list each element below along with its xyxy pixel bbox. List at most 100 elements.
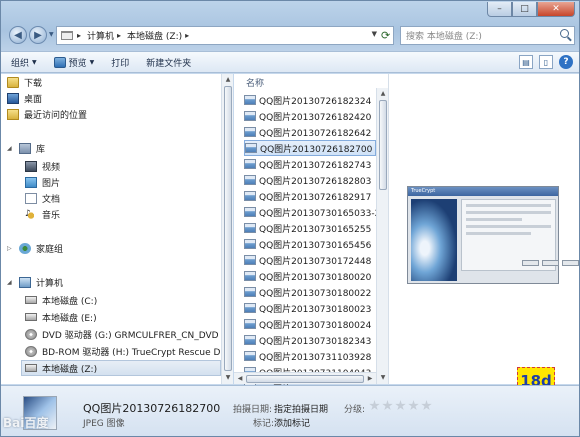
file-list-item[interactable]: QQ图片20130730180022 (244, 284, 376, 300)
close-button[interactable]: ✕ (537, 2, 575, 17)
expand-computer-icon[interactable]: ◢ (7, 279, 12, 286)
file-name-label: QQ图片20130731103928 (259, 352, 372, 363)
new-folder-button[interactable]: 新建文件夹 (146, 56, 191, 69)
scroll-up-icon[interactable]: ▲ (224, 76, 232, 84)
file-list-item[interactable]: QQ图片20130726182642 (244, 124, 376, 140)
address-bar[interactable]: ▸ 计算机 ▸ 本地磁盘 (Z:) ▸ ▼ (56, 26, 394, 45)
file-list-item[interactable]: QQ图片20130726182324 (244, 92, 376, 108)
details-pane: Bai百度 QQ图片20130726182700 JPEG 图像 拍摄日期: 指… (1, 385, 579, 436)
breadcrumb-computer[interactable]: 计算机 ▸ (87, 29, 121, 42)
scrollbar-thumb[interactable] (224, 86, 232, 371)
file-list-item[interactable]: QQ图片20130726182917 (244, 188, 376, 204)
horizontal-scrollbar[interactable]: ◀ ▶ (234, 372, 376, 384)
breadcrumb-sep[interactable]: ▸ (77, 31, 81, 40)
file-list-item[interactable]: QQ图片20130730182343 (244, 332, 376, 348)
image-file-icon (244, 351, 256, 361)
file-list-item[interactable]: QQ图片20130726182700 (244, 140, 376, 156)
file-list-item[interactable]: QQ图片20130730180024 (244, 316, 376, 332)
file-list-item[interactable]: QQ图片20130730165456 (244, 236, 376, 252)
dvd-drive-icon (25, 328, 37, 340)
file-list-item[interactable]: QQ图片20130731103928 (244, 348, 376, 364)
star-icon[interactable] (369, 400, 380, 411)
back-button[interactable]: ◀ (9, 26, 27, 44)
star-icon[interactable] (421, 400, 432, 411)
nav-item-bdrom-h[interactable]: BD-ROM 驱动器 (H:) TrueCrypt Rescue Dis (25, 343, 245, 359)
navigation-scrollbar[interactable]: ▲ ▼ (221, 74, 233, 384)
search-input[interactable]: 搜索 本地磁盘 (Z:) (400, 26, 575, 45)
star-icon[interactable] (408, 400, 419, 411)
file-list-item[interactable]: QQ图片20130730172448 (244, 252, 376, 268)
breadcrumb-drive-z[interactable]: 本地磁盘 (Z:) ▸ (127, 29, 189, 42)
watermark: Bai百度 (3, 416, 49, 430)
change-view-icon[interactable]: ▤ (519, 55, 533, 69)
maximize-button[interactable]: □ (512, 2, 537, 17)
column-header-name[interactable]: 名称 (246, 76, 264, 89)
scroll-down-icon[interactable]: ▼ (224, 374, 232, 382)
file-list: 名称 QQ图片20130726182324 QQ图片20130726182420 Q… (234, 74, 388, 395)
star-icon[interactable] (395, 400, 406, 411)
file-list-item[interactable]: QQ图片20130730165033-2 (244, 204, 376, 220)
image-file-icon (244, 223, 256, 233)
image-file-icon (245, 143, 257, 153)
nav-item-recent-places[interactable]: 最近访问的位置 (7, 106, 227, 122)
rating-stars[interactable] (369, 400, 432, 411)
nav-item-desktop[interactable]: 桌面 (7, 90, 227, 106)
nav-item-videos[interactable]: 视频 (25, 158, 245, 174)
search-icon[interactable] (560, 29, 569, 38)
file-list-item[interactable]: QQ图片20130730180020 (244, 268, 376, 284)
scroll-left-icon[interactable]: ◀ (236, 375, 244, 383)
nav-item-computer[interactable]: 计算机 (19, 274, 239, 290)
preview-pane: TrueCrypt 18d (388, 74, 579, 395)
preview-app-icon (53, 56, 66, 68)
file-list-item[interactable]: QQ图片20130726182743 (244, 156, 376, 172)
downloads-folder-icon (7, 76, 19, 88)
organize-button[interactable]: 组织 ▼ (11, 56, 37, 69)
recent-pages-dropdown[interactable]: ▼ (49, 31, 54, 38)
print-button[interactable]: 打印 (111, 56, 129, 69)
expand-libraries-icon[interactable]: ◢ (7, 145, 12, 152)
nav-item-music[interactable]: ♪ 音乐 (25, 206, 245, 222)
preview-dialog-title: TrueCrypt (408, 187, 558, 196)
file-name-label: QQ图片20130730180020 (259, 272, 372, 283)
file-name-label: QQ图片20130726182743 (259, 160, 372, 171)
pictures-icon (25, 176, 37, 188)
file-list-item[interactable]: QQ图片20130730180023 (244, 300, 376, 316)
nav-item-homegroup[interactable]: 家庭组 (19, 240, 239, 256)
nav-item-dvd-g[interactable]: DVD 驱动器 (G:) GRMCULFRER_CN_DVD (25, 326, 245, 342)
library-icon (19, 142, 31, 154)
nav-item-pictures[interactable]: 图片 (25, 174, 245, 190)
file-list-item[interactable]: QQ图片20130730165255 (244, 220, 376, 236)
file-name-label: QQ图片20130730165033-2 (259, 208, 376, 219)
scroll-up-icon[interactable]: ▲ (379, 90, 387, 98)
nav-item-drive-e[interactable]: 本地磁盘 (E:) (25, 309, 245, 325)
scrollbar-thumb[interactable] (246, 375, 364, 383)
nav-item-downloads[interactable]: 下载 (7, 74, 227, 90)
expand-homegroup-icon[interactable]: ▷ (7, 245, 12, 252)
nav-item-documents[interactable]: 文档 (25, 190, 245, 206)
nav-item-drive-z[interactable]: 本地磁盘 (Z:) (21, 360, 221, 376)
file-name-label: QQ图片20130730172448 (259, 256, 372, 267)
star-icon[interactable] (382, 400, 393, 411)
preview-pane-toggle-icon[interactable]: ▯ (539, 55, 553, 69)
forward-button[interactable]: ▶ (29, 26, 47, 44)
scroll-right-icon[interactable]: ▶ (366, 375, 374, 383)
image-file-icon (244, 207, 256, 217)
file-name-label: QQ图片20130726182700 (260, 144, 373, 155)
scroll-down-icon[interactable]: ▼ (379, 374, 387, 382)
minimize-button[interactable]: – (487, 2, 512, 17)
nav-item-libraries[interactable]: 库 (19, 140, 239, 156)
file-name-label: QQ图片20130726182420 (259, 112, 372, 123)
tags-value[interactable]: 添加标记 (274, 416, 310, 429)
nav-item-drive-c[interactable]: 本地磁盘 (C:) (25, 292, 245, 308)
file-list-item[interactable]: QQ图片20130726182420 (244, 108, 376, 124)
scrollbar-thumb[interactable] (379, 100, 387, 190)
date-taken-value[interactable]: 指定拍摄日期 (274, 402, 328, 415)
image-file-icon (244, 95, 256, 105)
preview-button[interactable]: 预览 ▼ (53, 56, 94, 69)
file-list-item[interactable]: QQ图片20130726182803 (244, 172, 376, 188)
file-list-scrollbar[interactable]: ▲ ▼ (376, 88, 388, 384)
refresh-icon[interactable]: ⟳ (381, 26, 395, 45)
address-dropdown-icon[interactable]: ▼ (372, 30, 377, 38)
file-name-label: QQ图片20130730165456 (259, 240, 372, 251)
help-icon[interactable]: ? (559, 55, 573, 69)
